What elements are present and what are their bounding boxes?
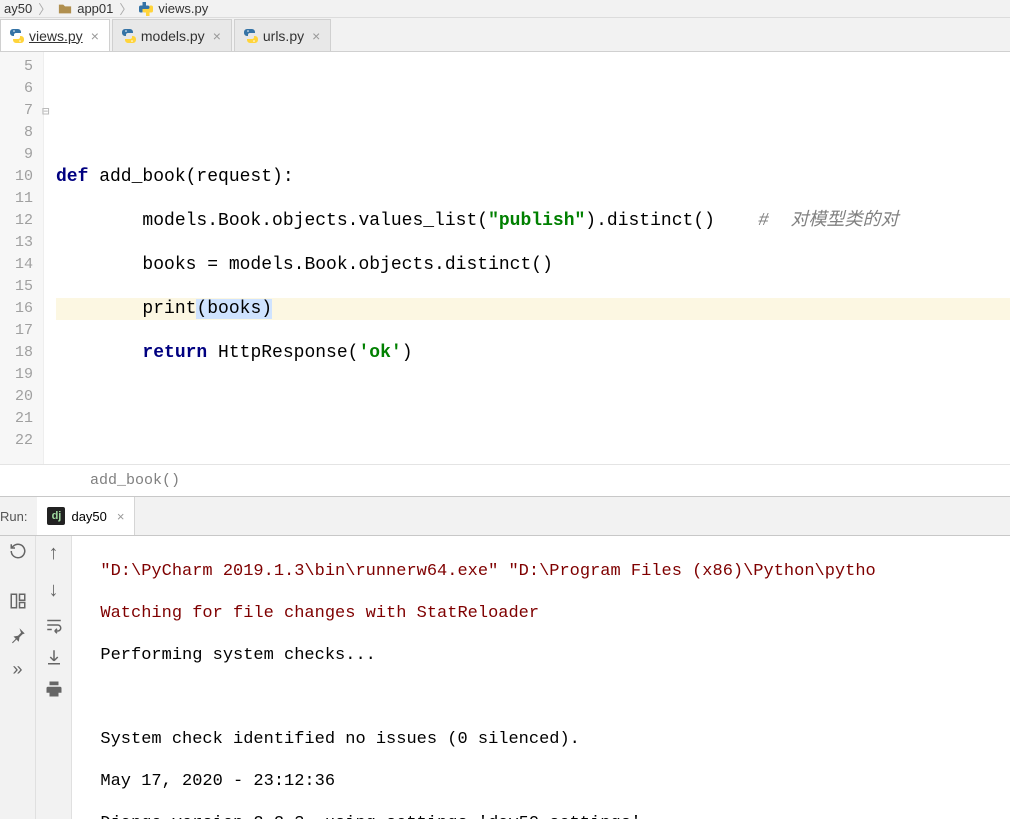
console-line: Django version 2.2.3, using settings 'da…	[80, 813, 1010, 819]
line-number: 18	[0, 342, 33, 364]
console-line: Performing system checks...	[80, 645, 1010, 666]
line-gutter: 5678910111213141516171819202122	[0, 52, 44, 464]
line-number: 8	[0, 122, 33, 144]
console-line	[80, 687, 1010, 708]
line-number: 15	[0, 276, 33, 298]
run-panel-body: » ↑ ↓ "D:\PyCharm 2019.1.3\bin\runnerw64…	[0, 536, 1010, 819]
crumb-app[interactable]: app01	[77, 1, 113, 16]
structure-crumb[interactable]: add_book()	[0, 464, 1010, 496]
tab-label: views.py	[29, 28, 83, 44]
crumb-file[interactable]: views.py	[158, 1, 208, 16]
line-number: 21	[0, 408, 33, 430]
console-line: May 17, 2020 - 23:12:36	[80, 771, 1010, 792]
console-line: Watching for file changes with StatReloa…	[80, 603, 1010, 624]
run-tool-column-right: ↑ ↓	[36, 536, 72, 819]
python-file-icon	[243, 28, 259, 44]
code-line-current: print(books)	[56, 298, 1010, 320]
code-line: books = models.Book.objects.distinct()	[56, 254, 1010, 276]
layout-icon[interactable]	[9, 592, 27, 610]
run-tab[interactable]: dj day50 ×	[37, 497, 135, 535]
line-number: 13	[0, 232, 33, 254]
fold-column: ⊟	[44, 52, 56, 464]
editor-tab-bar: views.py × models.py × urls.py ×	[0, 18, 1010, 52]
folder-icon	[57, 1, 73, 17]
run-tab-label: day50	[71, 509, 106, 524]
tab-label: models.py	[141, 28, 205, 44]
code-line: def add_book(request):	[56, 166, 1010, 188]
line-number: 5	[0, 56, 33, 78]
code-line: models.Book.objects.values_list("publish…	[56, 210, 1010, 232]
line-number: 9	[0, 144, 33, 166]
run-label: Run:	[0, 509, 37, 524]
soft-wrap-icon[interactable]	[45, 616, 63, 634]
close-icon[interactable]: ×	[213, 29, 221, 43]
chevron-right-icon: 〉	[38, 0, 51, 18]
editor-tab-urls[interactable]: urls.py ×	[234, 19, 331, 51]
scroll-to-end-icon[interactable]	[45, 648, 63, 666]
line-number: 14	[0, 254, 33, 276]
code-line	[56, 78, 1010, 100]
console-output[interactable]: "D:\PyCharm 2019.1.3\bin\runnerw64.exe" …	[72, 536, 1010, 819]
python-file-icon	[138, 1, 154, 17]
up-arrow-icon[interactable]: ↑	[49, 542, 59, 565]
line-number: 6	[0, 78, 33, 100]
fold-collapse-icon[interactable]: ⊟	[42, 104, 49, 119]
line-number: 19	[0, 364, 33, 386]
django-icon: dj	[47, 507, 65, 525]
console-line: System check identified no issues (0 sil…	[80, 729, 1010, 750]
line-number: 7	[0, 100, 33, 122]
run-panel-header: Run: dj day50 ×	[0, 496, 1010, 536]
crumb-project[interactable]: ay50	[4, 1, 32, 16]
editor-tab-views[interactable]: views.py ×	[0, 19, 110, 51]
code-line	[56, 122, 1010, 144]
console-line: "D:\PyCharm 2019.1.3\bin\runnerw64.exe" …	[80, 561, 1010, 582]
line-number: 16	[0, 298, 33, 320]
line-number: 12	[0, 210, 33, 232]
line-number: 10	[0, 166, 33, 188]
tab-label: urls.py	[263, 28, 304, 44]
close-icon[interactable]: ×	[312, 29, 320, 43]
code-line: return HttpResponse('ok')	[56, 342, 1010, 364]
line-number: 17	[0, 320, 33, 342]
line-number: 20	[0, 386, 33, 408]
print-icon[interactable]	[45, 680, 63, 698]
breadcrumb-bar: ay50 〉 app01 〉 views.py	[0, 0, 1010, 18]
line-number: 22	[0, 430, 33, 452]
down-arrow-icon[interactable]: ↓	[49, 579, 59, 602]
close-icon[interactable]: ×	[91, 29, 99, 43]
editor-tab-models[interactable]: models.py ×	[112, 19, 232, 51]
line-number: 11	[0, 188, 33, 210]
rerun-icon[interactable]	[9, 542, 27, 560]
chevron-right-icon: 〉	[119, 0, 132, 18]
close-icon[interactable]: ×	[117, 509, 125, 524]
pin-icon[interactable]	[9, 626, 27, 644]
python-file-icon	[9, 28, 25, 44]
code-area[interactable]: def add_book(request): models.Book.objec…	[56, 52, 1010, 464]
code-editor[interactable]: 5678910111213141516171819202122 ⊟ def ad…	[0, 52, 1010, 464]
run-tool-column-left: »	[0, 536, 36, 819]
python-file-icon	[121, 28, 137, 44]
more-icon[interactable]: »	[12, 660, 22, 678]
selection: (books)	[196, 299, 272, 319]
